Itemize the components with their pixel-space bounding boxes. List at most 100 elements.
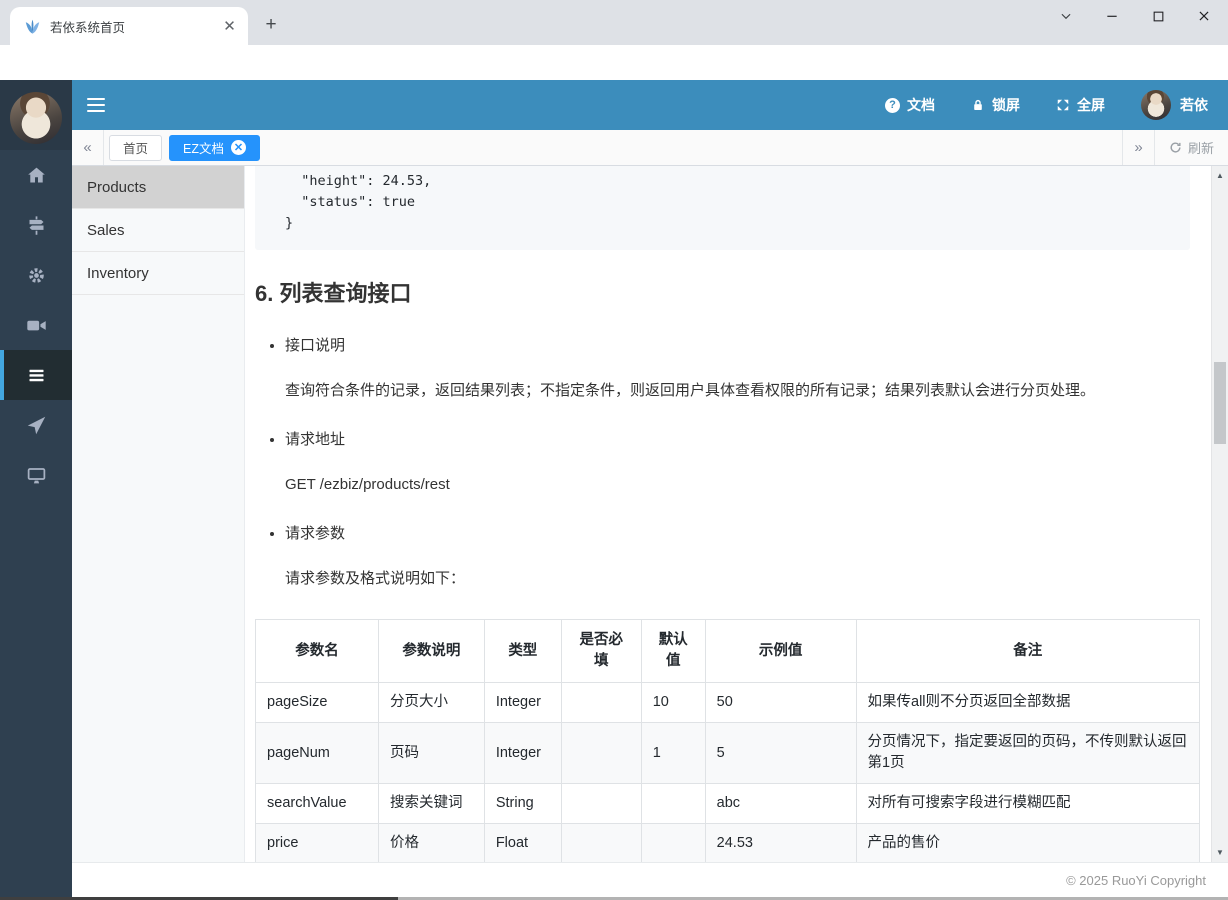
question-circle-icon: ?: [885, 97, 900, 113]
table-cell: 产品的售价: [855, 823, 1200, 862]
tab-search-chevron-icon[interactable]: [1052, 3, 1080, 29]
window-maximize-button[interactable]: [1144, 3, 1172, 29]
table-cell: 搜索关键词: [377, 783, 485, 825]
doc-nav-sidebar: Products Sales Inventory: [72, 166, 245, 862]
scroll-tabs-right-icon[interactable]: »: [1122, 130, 1154, 165]
table-cell: 1: [640, 722, 706, 785]
top-navbar: ? 文档 锁屏 全屏 若依: [72, 80, 1228, 130]
scrollbar-thumb[interactable]: [1214, 362, 1226, 444]
browser-tab-close-icon[interactable]: ✕: [221, 18, 238, 35]
favicon: [25, 19, 40, 34]
page-tab-bar: « 首页 EZ文档 ✕ » 刷新: [72, 130, 1228, 166]
table-cell: 24.53: [704, 823, 857, 862]
table-header-cell: 默认值: [640, 618, 706, 684]
table-header-row: 参数名 参数说明 类型 是否必填 默认值 示例值 备注: [255, 618, 1200, 684]
params-table: 参数名 参数说明 类型 是否必填 默认值 示例值 备注 pageSize 分页大小 Intege…: [255, 618, 1200, 862]
json-code-block: "height": 24.53, "status": true }: [255, 166, 1190, 250]
table-cell: 分页大小: [377, 682, 485, 724]
tab-close-icon[interactable]: ✕: [231, 140, 246, 155]
table-row: pageNum 页码 Integer 1 5 分页情况下，指定要返回的页码，不传则默认返回…: [255, 722, 1200, 785]
footer: © 2025 RuoYi Copyright: [72, 862, 1228, 897]
bullet-label: 请求参数: [285, 525, 346, 542]
table-header-cell: 参数名: [255, 618, 379, 684]
window-minimize-button[interactable]: [1098, 3, 1126, 29]
hamburger-menu-icon[interactable]: [72, 80, 120, 130]
location-arrow-icon: [27, 416, 45, 434]
sidebar-item-send[interactable]: [0, 400, 72, 450]
tab-home[interactable]: 首页: [109, 134, 163, 161]
nav-user-menu[interactable]: 若依: [1141, 90, 1208, 120]
screen: 若依系统首页 ✕ + localhost/: [0, 0, 1228, 900]
doc-content: "height": 24.53, "status": true } 6. 列表查…: [245, 166, 1211, 862]
scroll-up-icon[interactable]: ▲: [1212, 171, 1228, 180]
sidebar-item-monitor[interactable]: [0, 450, 72, 500]
table-cell: 如果传all则不分页返回全部数据: [855, 682, 1200, 724]
browser-tab-strip: 若依系统首页 ✕ +: [0, 0, 1228, 45]
table-cell: [640, 823, 706, 862]
table-header-cell: 类型: [483, 618, 562, 684]
params-table-body: pageSize 分页大小 Integer 10 50 如果传all则不分页返回全部数据 p…: [255, 682, 1200, 862]
copyright-text: © 2025 RuoYi Copyright: [1066, 872, 1206, 888]
nav-fullscreen-button[interactable]: 全屏: [1056, 95, 1105, 115]
navbar-right: ? 文档 锁屏 全屏 若依: [885, 90, 1228, 120]
table-cell: abc: [704, 783, 857, 825]
sidebar-avatar[interactable]: [10, 92, 62, 144]
table-row: pageSize 分页大小 Integer 10 50 如果传all则不分页返回全部数据: [255, 682, 1200, 724]
doc-bullet-list: 接口说明 查询符合条件的记录，返回结果列表；不指定条件，则返回用户具体查看权限的…: [255, 334, 1190, 591]
sidebar-profile[interactable]: [0, 80, 72, 150]
window-close-button[interactable]: [1190, 3, 1218, 29]
table-cell: [560, 823, 642, 862]
scroll-tabs-left-icon[interactable]: «: [72, 130, 104, 165]
sidebar-item-settings[interactable]: [0, 250, 72, 300]
table-row: price 价格 Float 24.53 产品的售价: [255, 823, 1200, 862]
bullet-request-params: 请求参数 请求参数及格式说明如下：: [285, 522, 1190, 591]
tab-ez-doc-label: EZ文档: [183, 142, 224, 156]
table-cell: 页码: [377, 722, 485, 785]
sidebar-item-video[interactable]: [0, 300, 72, 350]
nav-fullscreen-label: 全屏: [1077, 97, 1105, 113]
home-icon: [27, 167, 45, 182]
table-cell: Integer: [483, 722, 562, 785]
sidebar-item-home[interactable]: [0, 150, 72, 200]
new-tab-button[interactable]: +: [258, 12, 284, 38]
table-cell: pageNum: [255, 722, 379, 785]
submenu-item-products[interactable]: Products: [72, 166, 244, 209]
browser-tab-title: 若依系统首页: [50, 20, 126, 35]
browser-tab[interactable]: 若依系统首页 ✕: [10, 7, 248, 45]
table-cell: searchValue: [255, 783, 379, 825]
sidebar-item-signs[interactable]: [0, 200, 72, 250]
nav-lock-label: 锁屏: [992, 97, 1020, 113]
page-tabs: 首页 EZ文档 ✕: [104, 130, 260, 165]
bullet-body: GET /ezbiz/products/rest: [285, 476, 450, 493]
user-name: 若依: [1180, 97, 1208, 113]
nav-lock-screen-button[interactable]: 锁屏: [971, 95, 1020, 115]
refresh-tab-button[interactable]: 刷新: [1154, 130, 1228, 165]
bullet-body: 查询符合条件的记录，返回结果列表；不指定条件，则返回用户具体查看权限的所有记录；…: [285, 382, 1096, 399]
tab-ez-doc[interactable]: EZ文档 ✕: [169, 134, 260, 161]
table-cell: 10: [640, 682, 706, 724]
table-cell: Float: [483, 823, 562, 862]
table-header-cell: 备注: [855, 618, 1200, 684]
lock-icon: [974, 99, 982, 110]
map-signs-icon: [29, 215, 43, 235]
table-cell: [560, 783, 642, 825]
content-scrollbar[interactable]: ▲ ▼: [1211, 166, 1228, 862]
sidebar-item-docs[interactable]: [0, 350, 72, 400]
scroll-down-icon[interactable]: ▼: [1212, 848, 1228, 857]
table-header-cell: 示例值: [704, 618, 857, 684]
submenu-item-sales[interactable]: Sales: [72, 209, 244, 252]
table-header-cell: 参数说明: [377, 618, 485, 684]
table-cell: 价格: [377, 823, 485, 862]
icon-sidebar: [0, 80, 72, 900]
table-cell: 分页情况下，指定要返回的页码，不传则默认返回第1页: [855, 722, 1200, 785]
submenu-item-inventory[interactable]: Inventory: [72, 252, 244, 295]
nav-docs-label: 文档: [907, 97, 935, 113]
table-cell: 50: [704, 682, 857, 724]
nav-docs-button[interactable]: ? 文档: [885, 95, 935, 115]
code-line: "height": 24.53,: [285, 173, 432, 189]
browser-toolbar: localhost/index zj: [0, 45, 1228, 121]
code-line: "status": true: [285, 194, 416, 210]
table-cell: 对所有可搜索字段进行模糊匹配: [855, 783, 1200, 825]
table-row: searchValue 搜索关键词 String abc 对所有可搜索字段进行模糊匹配: [255, 783, 1200, 825]
desktop-icon: [27, 467, 45, 483]
